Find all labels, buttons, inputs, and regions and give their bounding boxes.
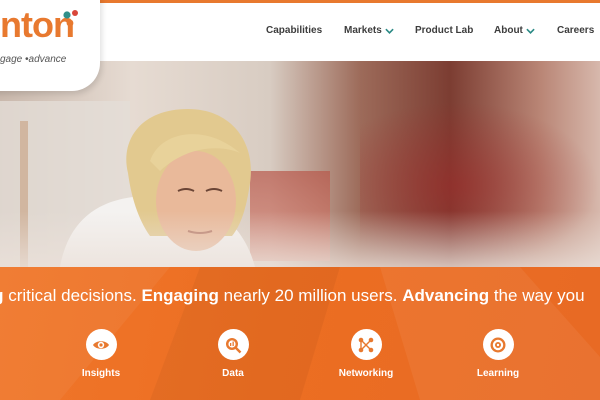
nav-label-about: About: [494, 25, 523, 36]
capability-data[interactable]: Data: [193, 329, 273, 379]
hero-image: [0, 61, 600, 267]
hero-bottom-fade: [0, 211, 600, 267]
target-icon: [490, 337, 506, 352]
nav-capabilities[interactable]: Capabilities: [266, 25, 322, 36]
network-icon: [358, 337, 374, 352]
capability-networking[interactable]: Networking: [326, 329, 406, 379]
nav-label-capabilities: Capabilities: [266, 25, 323, 36]
chevron-down-icon: [385, 28, 394, 34]
chevron-down-icon: [526, 28, 535, 34]
nav-label-careers: Careers: [557, 25, 595, 36]
nav-about[interactable]: About: [494, 25, 535, 36]
nav-markets[interactable]: Markets: [344, 25, 394, 36]
capability-insights[interactable]: Insights: [61, 329, 141, 379]
magnifier-chart-icon: [226, 337, 242, 353]
logo[interactable]: nton gage •advance: [0, 0, 100, 91]
logo-tagline: gage •advance: [0, 54, 67, 65]
nav-label-product-lab: Product Lab: [415, 25, 474, 36]
capability-label: Data: [222, 368, 244, 379]
banner-tagline: ing critical decisions. Engaging nearly …: [0, 286, 585, 305]
nav-product-lab[interactable]: Product Lab: [415, 25, 473, 36]
capabilities-band: ing critical decisions. Engaging nearly …: [0, 267, 600, 400]
nav-label-markets: Markets: [344, 25, 382, 36]
capability-label: Networking: [338, 368, 394, 379]
capability-learning[interactable]: Learning: [458, 329, 538, 379]
logo-dots-icon: [63, 10, 78, 27]
nav-careers[interactable]: Careers: [557, 25, 594, 36]
capability-label: Learning: [476, 368, 520, 379]
eye-icon: [93, 340, 109, 349]
capability-label: Insights: [81, 368, 121, 379]
